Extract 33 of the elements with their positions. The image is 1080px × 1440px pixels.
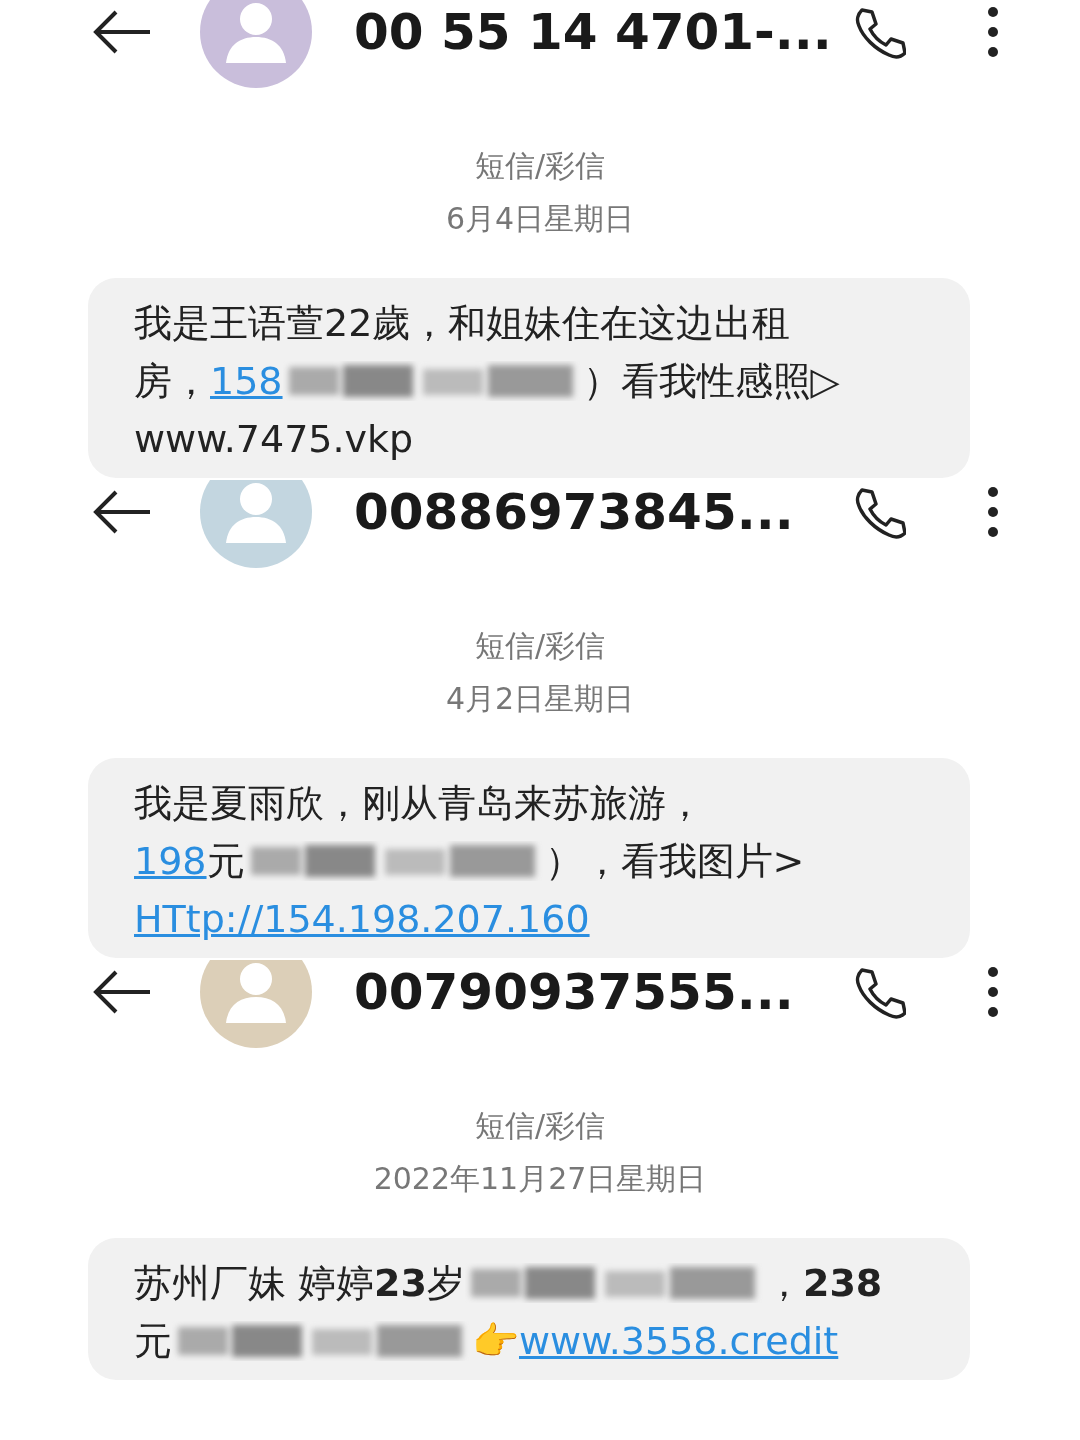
message-text: 我是王语萱22歲，和姐妹住在这边出租 <box>134 299 791 347</box>
contact-number: 00 55 14 4701-... <box>354 3 833 61</box>
message-text: ， <box>765 1259 803 1307</box>
message-link[interactable]: www.3558.credit <box>519 1319 839 1363</box>
message-link[interactable]: 158 <box>210 359 283 403</box>
back-icon[interactable] <box>92 490 152 534</box>
message-text: 元 <box>206 837 245 885</box>
contact-number: 00790937555... <box>354 963 795 1021</box>
message-text: www.7475.vkp <box>134 417 414 461</box>
contact-number: 00886973845... <box>354 483 795 541</box>
date-label: 4月2日星期日 <box>444 680 636 718</box>
message-text: 苏州厂妹 婷婷 <box>134 1259 375 1307</box>
message-text: 元 <box>134 1317 172 1365</box>
back-icon[interactable] <box>92 970 152 1014</box>
bold-text: 23 <box>374 1261 427 1305</box>
more-icon[interactable] <box>986 484 1000 540</box>
message-text: 岁 <box>427 1259 465 1307</box>
message-text: 我是夏雨欣，刚从青岛来苏旅游， <box>134 779 704 827</box>
date-label: 6月4日星期日 <box>444 200 636 238</box>
message-type-label: 短信/彩信 <box>473 1107 607 1145</box>
back-icon[interactable] <box>92 10 152 54</box>
message-text: 👉 <box>472 1319 519 1363</box>
message-text: ）看我性感照▷ <box>582 357 840 405</box>
message-type-label: 短信/彩信 <box>473 147 607 185</box>
message-type-label: 短信/彩信 <box>473 627 607 665</box>
message-link[interactable]: 198 <box>134 839 207 883</box>
date-label: 2022年11月27日星期日 <box>372 1160 708 1198</box>
more-icon[interactable] <box>986 4 1000 60</box>
message-text: ），看我图片> <box>544 837 805 885</box>
message-link[interactable]: HTtp://154.198.207.160 <box>134 897 590 941</box>
bold-text: 238 <box>803 1261 883 1305</box>
more-icon[interactable] <box>986 964 1000 1020</box>
message-text: 房， <box>134 357 210 405</box>
